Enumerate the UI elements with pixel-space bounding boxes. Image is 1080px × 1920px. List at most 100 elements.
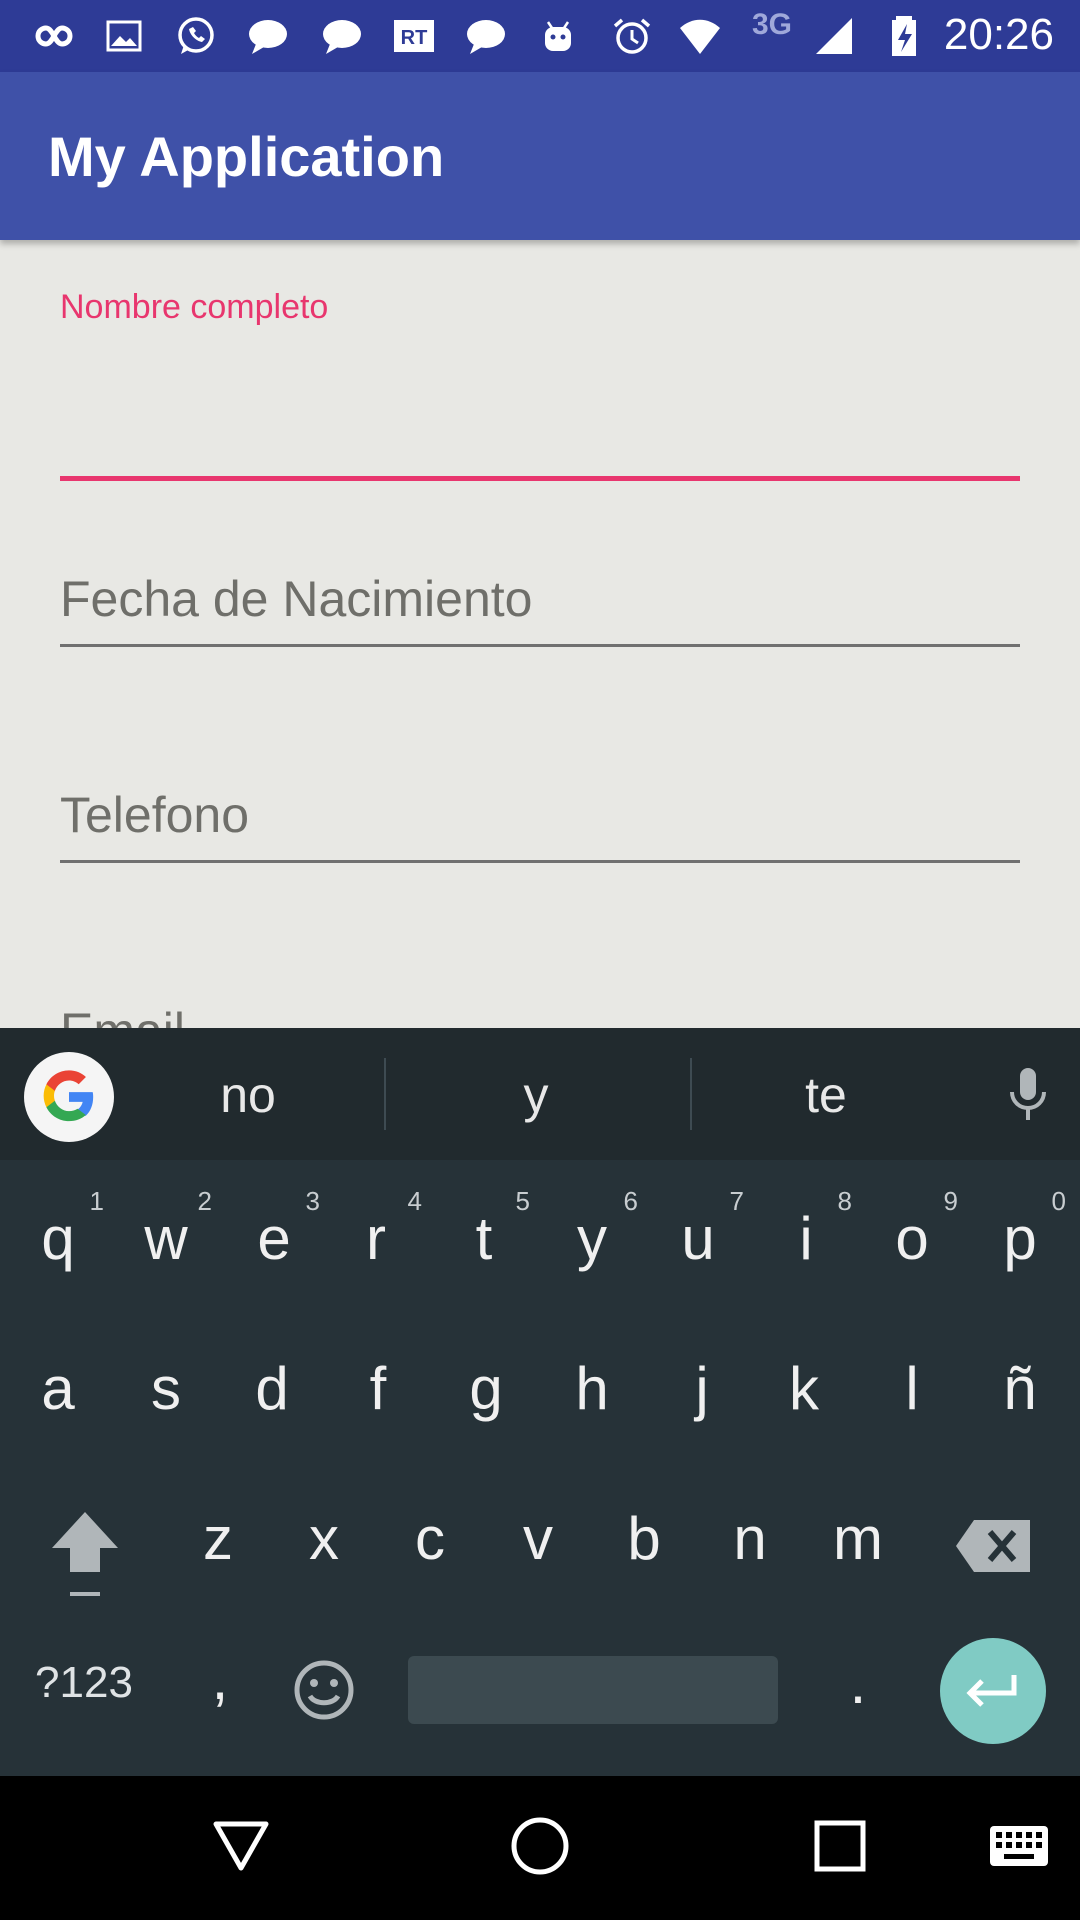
battery-charging-icon [880,14,928,58]
key-hint: 3 [305,1186,320,1216]
birth-date-underline [60,644,1020,647]
key-hint: 5 [515,1186,530,1216]
full-name-field[interactable]: Nombre completo [60,288,1020,481]
infinity-icon [30,14,78,58]
key-hint: 7 [729,1186,744,1216]
alarm-icon [608,14,656,58]
full-name-underline [60,476,1020,481]
key-label: t [475,1205,493,1272]
key-x[interactable]: x [270,1504,378,1573]
suggestion-2[interactable]: y [406,1066,666,1124]
key-hint: 4 [407,1186,422,1216]
key-p[interactable]: 0p [966,1186,1074,1273]
keyboard-switch-icon[interactable] [988,1810,1050,1880]
home-icon[interactable] [508,1810,572,1880]
full-name-label: Nombre completo [60,288,329,326]
android-icon [534,14,582,58]
key-f[interactable]: f [324,1354,432,1423]
key-hint: 0 [1051,1186,1066,1216]
key-w[interactable]: 2w [112,1186,220,1273]
email-placeholder: Email [60,1002,185,1028]
whatsapp-icon [172,14,220,58]
chat-bubble-icon [462,14,510,58]
key-label: w [144,1205,188,1272]
signal-icon [810,14,858,58]
key-r[interactable]: 4r [322,1186,430,1273]
suggestion-3[interactable]: te [696,1066,956,1124]
comma-key[interactable]: , [166,1644,274,1713]
phone-placeholder: Telefono [60,787,250,843]
key-label: q [41,1205,75,1272]
key-c[interactable]: c [376,1504,484,1573]
backspace-icon[interactable] [956,1520,1030,1572]
enter-arrow-icon [966,1675,1017,1707]
microphone-icon[interactable] [1004,1066,1052,1122]
key-label: u [681,1205,715,1272]
birth-date-field[interactable]: Fecha de Nacimiento [60,570,1020,690]
key-i[interactable]: 8i [752,1186,860,1273]
rt-news-icon: RT [390,14,438,58]
key-d[interactable]: d [218,1354,326,1423]
key-y[interactable]: 6y [538,1186,646,1273]
key-l[interactable]: l [858,1354,966,1423]
key-hint: 9 [943,1186,958,1216]
registration-form: Nombre completo Fecha de Nacimiento Tele… [0,240,1080,1028]
clock: 20:26 [943,10,1054,59]
key-t[interactable]: 5t [430,1186,538,1273]
key-n-tilde[interactable]: ñ [966,1354,1074,1423]
key-s[interactable]: s [112,1354,220,1423]
screen: RT 3G 20:26 My Application Nombre comple… [0,0,1080,1920]
key-a[interactable]: a [4,1354,112,1423]
key-q[interactable]: 1q [4,1186,112,1273]
chat-bubble-icon [318,14,366,58]
key-label: p [1003,1205,1037,1272]
key-hint: 8 [837,1186,852,1216]
app-title: My Application [48,125,445,188]
key-u[interactable]: 7u [644,1186,752,1273]
recents-icon[interactable] [812,1810,868,1880]
key-h[interactable]: h [538,1354,646,1423]
emoji-icon[interactable] [292,1658,356,1722]
phone-field[interactable]: Telefono [60,786,1020,906]
google-g-icon[interactable] [24,1052,114,1142]
suggestion-1[interactable]: no [118,1066,378,1124]
symbols-key[interactable]: ?123 [24,1658,144,1708]
key-label: y [577,1205,607,1272]
key-hint: 1 [89,1186,104,1216]
chat-bubble-icon [244,14,292,58]
birth-date-placeholder: Fecha de Nacimiento [60,571,533,627]
email-field[interactable]: Email [60,1002,1020,1028]
suggestion-divider [690,1058,692,1130]
key-k[interactable]: k [750,1354,858,1423]
enter-button[interactable] [940,1638,1046,1744]
period-key[interactable]: . [804,1648,912,1717]
key-hint: 6 [623,1186,638,1216]
key-z[interactable]: z [164,1504,272,1573]
phone-underline [60,860,1020,863]
key-e[interactable]: 3e [220,1186,328,1273]
key-b[interactable]: b [590,1504,698,1573]
suggestion-strip: no y te [0,1028,1080,1160]
key-label: e [257,1205,291,1272]
navigation-bar [0,1776,1080,1920]
soft-keyboard: no y te 1q 2w 3e 4r 5t 6y 7u 8i 9o 0p a … [0,1028,1080,1776]
suggestion-divider [384,1058,386,1130]
wifi-icon [676,14,724,58]
key-n[interactable]: n [696,1504,804,1573]
key-v[interactable]: v [484,1504,592,1573]
app-bar: My Application [0,72,1080,240]
key-o[interactable]: 9o [858,1186,966,1273]
svg-text:RT: RT [401,27,428,49]
status-bar: RT 3G 20:26 [0,0,1080,72]
key-j[interactable]: j [648,1354,756,1423]
space-bar[interactable] [408,1656,778,1724]
shift-icon[interactable] [48,1508,122,1602]
key-m[interactable]: m [804,1504,912,1573]
key-label: r [366,1205,386,1272]
network-type-label: 3G [752,8,793,41]
key-label: o [895,1205,929,1272]
key-label: i [799,1205,813,1272]
back-icon[interactable] [210,1810,272,1880]
key-g[interactable]: g [432,1354,540,1423]
key-hint: 2 [197,1186,212,1216]
